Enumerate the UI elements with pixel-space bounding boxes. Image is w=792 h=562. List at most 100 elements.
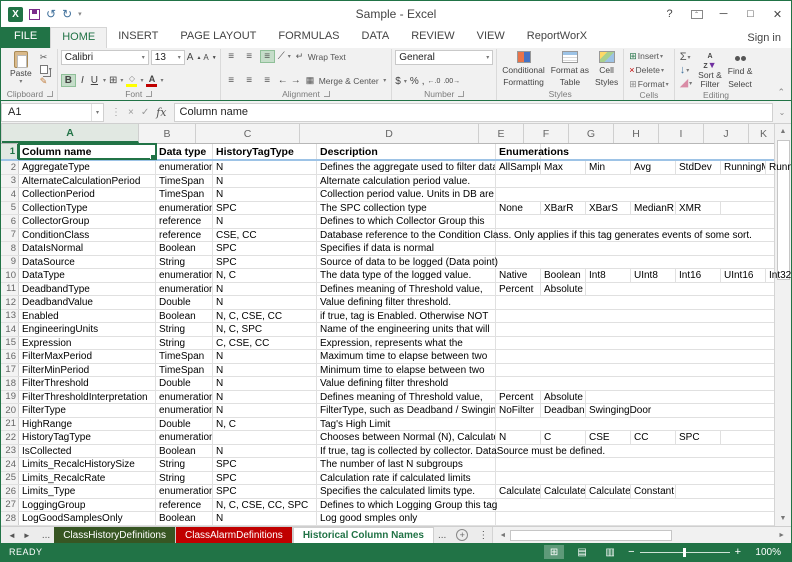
cell[interactable]: N — [496, 431, 541, 444]
cell[interactable]: Int8 — [586, 269, 631, 282]
cell[interactable]: Defines meaning of Threshold value, — [317, 391, 496, 404]
cell[interactable]: Constant — [631, 485, 676, 498]
cell[interactable]: UInt16 — [721, 269, 766, 282]
tab-home[interactable]: HOME — [50, 27, 107, 48]
save-icon[interactable] — [29, 9, 40, 20]
italic-button[interactable]: I — [79, 75, 86, 86]
cell[interactable]: EngineeringUnits — [19, 323, 156, 336]
row-header-20[interactable]: 20 — [1, 404, 19, 417]
cell[interactable]: Calculated — [496, 485, 541, 498]
row-header-9[interactable]: 9 — [1, 256, 19, 269]
cell[interactable]: HighRange — [19, 418, 156, 431]
copy-button[interactable]: ▾ — [38, 63, 54, 75]
cell[interactable]: enumeration — [156, 391, 213, 404]
align-center-icon[interactable]: ≡ — [242, 74, 257, 87]
cell[interactable]: ConditionClass — [19, 229, 156, 242]
row-header-10[interactable]: 10 — [1, 269, 19, 282]
cell[interactable]: N — [213, 175, 317, 188]
cell[interactable]: CollectionPeriod — [19, 188, 156, 201]
column-header-i[interactable]: I — [659, 124, 704, 143]
cell[interactable]: Defines the aggregate used to filter dat… — [317, 161, 496, 174]
cell[interactable]: String — [156, 337, 213, 350]
cell[interactable]: SPC — [213, 256, 317, 269]
cell[interactable]: StdDev — [676, 161, 721, 174]
font-family-combo[interactable]: Calibri▾ — [61, 50, 149, 65]
cell[interactable]: N, C — [213, 269, 317, 282]
cell[interactable]: Defines to which Collector Group this — [317, 215, 496, 228]
cell[interactable]: enumeration — [156, 269, 213, 282]
row-header-5[interactable]: 5 — [1, 202, 19, 215]
cell[interactable]: Native — [496, 269, 541, 282]
row-header-14[interactable]: 14 — [1, 323, 19, 336]
cell[interactable]: Log good smples only — [317, 512, 496, 525]
row-header-26[interactable]: 26 — [1, 485, 19, 498]
cell[interactable]: NoFilter — [496, 404, 541, 417]
row-header-19[interactable]: 19 — [1, 391, 19, 404]
cell[interactable]: Absolute — [541, 283, 586, 296]
cell[interactable]: Alternate calculation period value. — [317, 175, 496, 188]
row-header-4[interactable]: 4 — [1, 188, 19, 201]
insert-function-icon[interactable]: fx — [156, 106, 166, 119]
cell[interactable]: Int16 — [676, 269, 721, 282]
cell[interactable]: If true, tag is collected by collector. … — [317, 445, 496, 458]
cell[interactable]: String — [156, 256, 213, 269]
column-header-d[interactable]: D — [300, 124, 479, 143]
help-button[interactable]: ? — [656, 3, 683, 25]
cell[interactable]: SPC — [213, 242, 317, 255]
cell[interactable]: Name of the engineering units that will — [317, 323, 496, 336]
cell[interactable]: MedianR — [631, 202, 676, 215]
comma-button[interactable]: , — [422, 76, 425, 87]
cell[interactable]: AggregateType — [19, 161, 156, 174]
name-box[interactable]: A1▾ — [1, 103, 104, 122]
cell[interactable]: SPC — [213, 202, 317, 215]
cell[interactable]: SwingingDoor — [586, 404, 631, 417]
cell[interactable]: The data type of the logged value. — [317, 269, 496, 282]
sheet-overflow-right[interactable]: ... — [434, 527, 450, 543]
row-header-3[interactable]: 3 — [1, 175, 19, 188]
grow-font-button[interactable]: A▲ — [187, 52, 202, 63]
cell[interactable]: N — [213, 215, 317, 228]
fill-button[interactable]: ↓▾ — [678, 64, 694, 76]
row-header-13[interactable]: 13 — [1, 310, 19, 323]
cell[interactable]: CC — [631, 431, 676, 444]
new-sheet-button[interactable]: + — [456, 529, 468, 541]
merge-center-button[interactable]: ▦ Merge & Center ▾ — [304, 75, 389, 87]
cell[interactable]: N, C — [213, 418, 317, 431]
cell[interactable]: Boolean — [156, 310, 213, 323]
cell-styles-button[interactable]: Cell Styles — [593, 50, 620, 88]
cell[interactable]: enumeration — [156, 161, 213, 174]
row-header-21[interactable]: 21 — [1, 418, 19, 431]
cell[interactable]: if true, tag is Enabled. Otherwise NOT — [317, 310, 496, 323]
formula-input[interactable]: Column name — [174, 103, 773, 122]
cell[interactable]: Min — [586, 161, 631, 174]
next-sheet-icon[interactable]: ► — [23, 531, 31, 540]
cell[interactable]: FilterThresholdInterpretation — [19, 391, 156, 404]
zoom-slider[interactable] — [640, 552, 730, 553]
cell[interactable]: N — [213, 350, 317, 363]
cell[interactable]: FilterType, such as Deadband / Swinging — [317, 404, 496, 417]
cell[interactable]: DataIsNormal — [19, 242, 156, 255]
cell[interactable]: Enabled — [19, 310, 156, 323]
row-header-11[interactable]: 11 — [1, 283, 19, 296]
cell[interactable]: Tag's High Limit — [317, 418, 496, 431]
cell[interactable]: None — [496, 202, 541, 215]
cell[interactable]: Specifies the calculated limits type. — [317, 485, 496, 498]
orientation-button[interactable]: ⟋ — [278, 51, 285, 62]
cell[interactable]: LogGoodSamplesOnly — [19, 512, 156, 525]
cell[interactable]: enumeration — [156, 485, 213, 498]
ribbon-display-options-button[interactable]: ⌃ — [683, 3, 710, 25]
cell[interactable]: Avg — [631, 161, 676, 174]
cell[interactable]: SPC — [676, 431, 721, 444]
row-header-2[interactable]: 2 — [1, 161, 19, 174]
paste-button[interactable]: Paste ▾ — [6, 50, 36, 88]
zoom-slider-thumb[interactable] — [683, 548, 686, 557]
cell[interactable]: CollectorGroup — [19, 215, 156, 228]
zoom-out-icon[interactable]: − — [628, 547, 634, 557]
cell[interactable]: XBarS — [586, 202, 631, 215]
sheet-tab-classhistorydefinitions[interactable]: ClassHistoryDefinitions — [54, 527, 176, 543]
cell[interactable]: RunningMin — [766, 161, 791, 174]
row-header-18[interactable]: 18 — [1, 377, 19, 390]
collapse-ribbon-icon[interactable]: ⌃ — [771, 87, 791, 100]
cell[interactable]: HistoryTagType — [213, 144, 317, 159]
format-as-table-button[interactable]: Format as Table — [549, 50, 591, 88]
